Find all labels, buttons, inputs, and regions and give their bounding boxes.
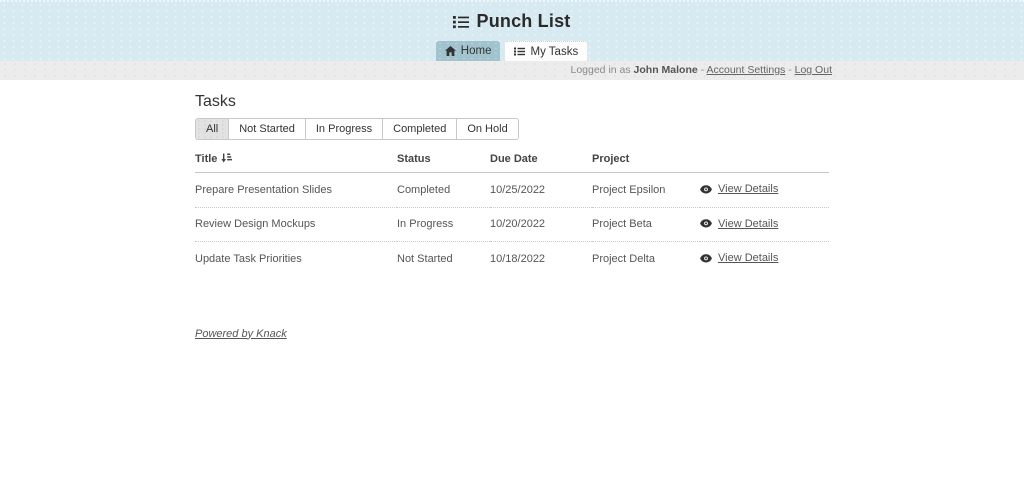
view-details-label: View Details: [718, 252, 778, 264]
column-header-due-date[interactable]: Due Date: [490, 145, 592, 173]
tab-bar: Home My Tasks: [0, 41, 1024, 61]
eye-icon: [700, 219, 712, 228]
cell-due-date: 10/18/2022: [490, 242, 592, 276]
separator: -: [701, 64, 705, 76]
view-details-label: View Details: [718, 218, 778, 230]
view-details-link[interactable]: View Details: [700, 252, 778, 264]
filter-all[interactable]: All: [195, 118, 229, 140]
cell-project: Project Beta: [592, 207, 700, 242]
user-bar-text: Logged in as John Malone - Account Setti…: [192, 61, 832, 80]
cell-status: In Progress: [397, 207, 490, 242]
filter-in-progress[interactable]: In Progress: [305, 118, 383, 140]
tab-my-tasks-label: My Tasks: [530, 46, 578, 58]
app-header: Punch List Home: [0, 0, 1024, 61]
cell-due-date: 10/25/2022: [490, 173, 592, 208]
sort-icon: [221, 153, 232, 163]
cell-title: Update Task Priorities: [195, 242, 397, 276]
tab-my-tasks[interactable]: My Tasks: [504, 41, 588, 61]
eye-icon: [700, 185, 712, 194]
filter-group: All Not Started In Progress Completed On…: [195, 118, 519, 140]
home-icon: [445, 46, 456, 56]
table-header-row: Title S: [195, 145, 829, 173]
column-header-actions: [700, 145, 829, 173]
cell-project: Project Epsilon: [592, 173, 700, 208]
main-content: Tasks All Not Started In Progress Comple…: [195, 93, 829, 342]
view-details-link[interactable]: View Details: [700, 218, 778, 230]
log-out-link[interactable]: Log Out: [795, 64, 832, 76]
view-details-label: View Details: [718, 183, 778, 195]
separator: -: [788, 64, 792, 76]
cell-project: Project Delta: [592, 242, 700, 276]
filter-completed[interactable]: Completed: [382, 118, 457, 140]
column-header-project[interactable]: Project: [592, 145, 700, 173]
app-title: Punch List: [476, 11, 570, 32]
cell-due-date: 10/20/2022: [490, 207, 592, 242]
eye-icon: [700, 254, 712, 263]
filter-on-hold[interactable]: On Hold: [456, 118, 518, 140]
powered-by-link[interactable]: Powered by Knack: [195, 328, 287, 340]
page: Punch List Home: [0, 0, 1024, 342]
list-icon: [514, 47, 525, 56]
username: John Malone: [634, 64, 698, 76]
tasks-table: Title S: [195, 145, 829, 276]
table-row: Prepare Presentation Slides Completed 10…: [195, 173, 829, 208]
app-title-row: Punch List: [0, 2, 1024, 32]
column-header-status[interactable]: Status: [397, 145, 490, 173]
table-row: Update Task Priorities Not Started 10/18…: [195, 242, 829, 276]
account-settings-link[interactable]: Account Settings: [706, 64, 785, 76]
cell-status: Not Started: [397, 242, 490, 276]
column-header-title[interactable]: Title: [195, 145, 397, 173]
view-details-link[interactable]: View Details: [700, 183, 778, 195]
cell-title: Prepare Presentation Slides: [195, 173, 397, 208]
user-bar: Logged in as John Malone - Account Setti…: [0, 61, 1024, 80]
filter-not-started[interactable]: Not Started: [228, 118, 306, 140]
page-title: Tasks: [195, 93, 829, 111]
tab-home[interactable]: Home: [436, 41, 501, 61]
cell-title: Review Design Mockups: [195, 207, 397, 242]
tab-home-label: Home: [461, 45, 492, 57]
list-icon: [453, 15, 469, 29]
table-row: Review Design Mockups In Progress 10/20/…: [195, 207, 829, 242]
cell-status: Completed: [397, 173, 490, 208]
logged-in-prefix: Logged in as: [570, 64, 630, 76]
